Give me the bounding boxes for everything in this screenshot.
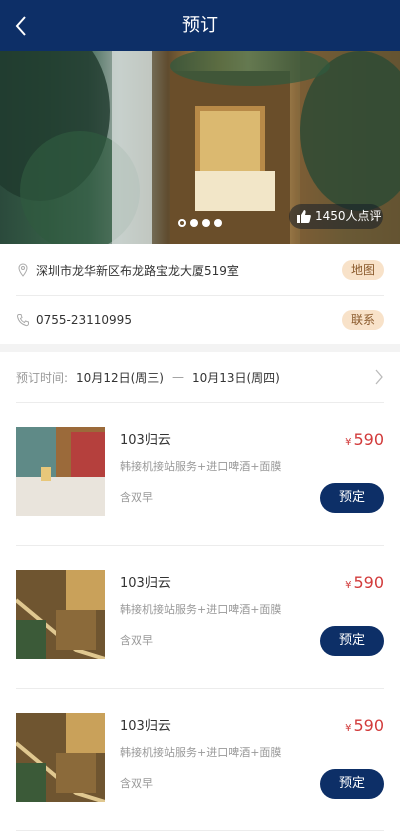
currency-symbol: ¥ xyxy=(345,723,352,734)
room-photo[interactable] xyxy=(16,713,105,802)
room-card: 103归云 韩接机接站服务+进口啤酒+面膜 含双早 ¥590 预定 xyxy=(16,403,384,546)
book-button[interactable]: 预定 xyxy=(320,769,384,799)
checkin-date: 10月12日(周三) xyxy=(76,370,164,385)
room-description: 韩接机接站服务+进口啤酒+面膜 xyxy=(120,603,282,616)
thumbs-up-icon xyxy=(297,210,311,223)
room-card: 103归云 韩接机接站服务+进口啤酒+面膜 含双早 ¥590 预定 xyxy=(16,546,384,689)
contact-button[interactable]: 联系 xyxy=(341,310,384,330)
room-breakfast: 含双早 xyxy=(120,777,153,790)
room-price: ¥590 xyxy=(345,716,384,735)
room-breakfast: 含双早 xyxy=(120,491,153,504)
hotel-phone: 0755-23110995 xyxy=(36,313,132,327)
price-value: 590 xyxy=(353,430,384,449)
divider xyxy=(16,830,384,831)
location-pin-icon xyxy=(18,263,28,277)
top-nav-bar: 预订 xyxy=(0,0,400,51)
room-name: 103归云 xyxy=(120,433,171,448)
checkout-date: 10月13日(周四) xyxy=(191,370,280,385)
carousel-dot[interactable] xyxy=(214,219,222,227)
map-button[interactable]: 地图 xyxy=(341,260,384,280)
room-photo[interactable] xyxy=(16,427,105,516)
booking-date-selector[interactable]: 预订时间: 10月12日(周三) — 10月13日(周四) xyxy=(16,356,384,398)
carousel-indicator xyxy=(178,219,222,227)
room-name: 103归云 xyxy=(120,576,171,591)
book-button[interactable]: 预定 xyxy=(320,483,384,513)
review-count-badge[interactable]: 1450人点评 xyxy=(289,204,383,229)
room-price: ¥590 xyxy=(345,430,384,449)
page-title: 预订 xyxy=(182,15,218,36)
room-description: 韩接机接站服务+进口啤酒+面膜 xyxy=(120,746,282,759)
review-count-text: 1450人点评 xyxy=(315,209,382,223)
room-description: 韩接机接站服务+进口啤酒+面膜 xyxy=(120,460,282,473)
date-separator: — xyxy=(171,370,184,384)
address-row: 深圳市龙华新区布龙路宝龙大厦519室 地图 xyxy=(16,245,384,295)
carousel-dot-active[interactable] xyxy=(178,219,186,227)
room-card: 103归云 韩接机接站服务+进口啤酒+面膜 含双早 ¥590 预定 xyxy=(16,689,384,832)
currency-symbol: ¥ xyxy=(345,437,352,448)
room-photo-image xyxy=(16,570,105,659)
section-gap xyxy=(0,344,400,352)
price-value: 590 xyxy=(353,716,384,735)
room-name: 103归云 xyxy=(120,719,171,734)
room-photo-image xyxy=(16,713,105,802)
hotel-address: 深圳市龙华新区布龙路宝龙大厦519室 xyxy=(36,263,239,278)
phone-icon xyxy=(16,314,29,327)
currency-symbol: ¥ xyxy=(345,580,352,591)
booking-date-label: 预订时间: xyxy=(16,370,69,385)
room-price: ¥590 xyxy=(345,573,384,592)
book-button[interactable]: 预定 xyxy=(320,626,384,656)
room-photo-image xyxy=(16,427,105,516)
room-breakfast: 含双早 xyxy=(120,634,153,647)
room-photo[interactable] xyxy=(16,570,105,659)
phone-row: 0755-23110995 联系 xyxy=(16,295,384,345)
price-value: 590 xyxy=(353,573,384,592)
carousel-dot[interactable] xyxy=(202,219,210,227)
carousel-dot[interactable] xyxy=(190,219,198,227)
chevron-right-icon xyxy=(375,369,383,385)
